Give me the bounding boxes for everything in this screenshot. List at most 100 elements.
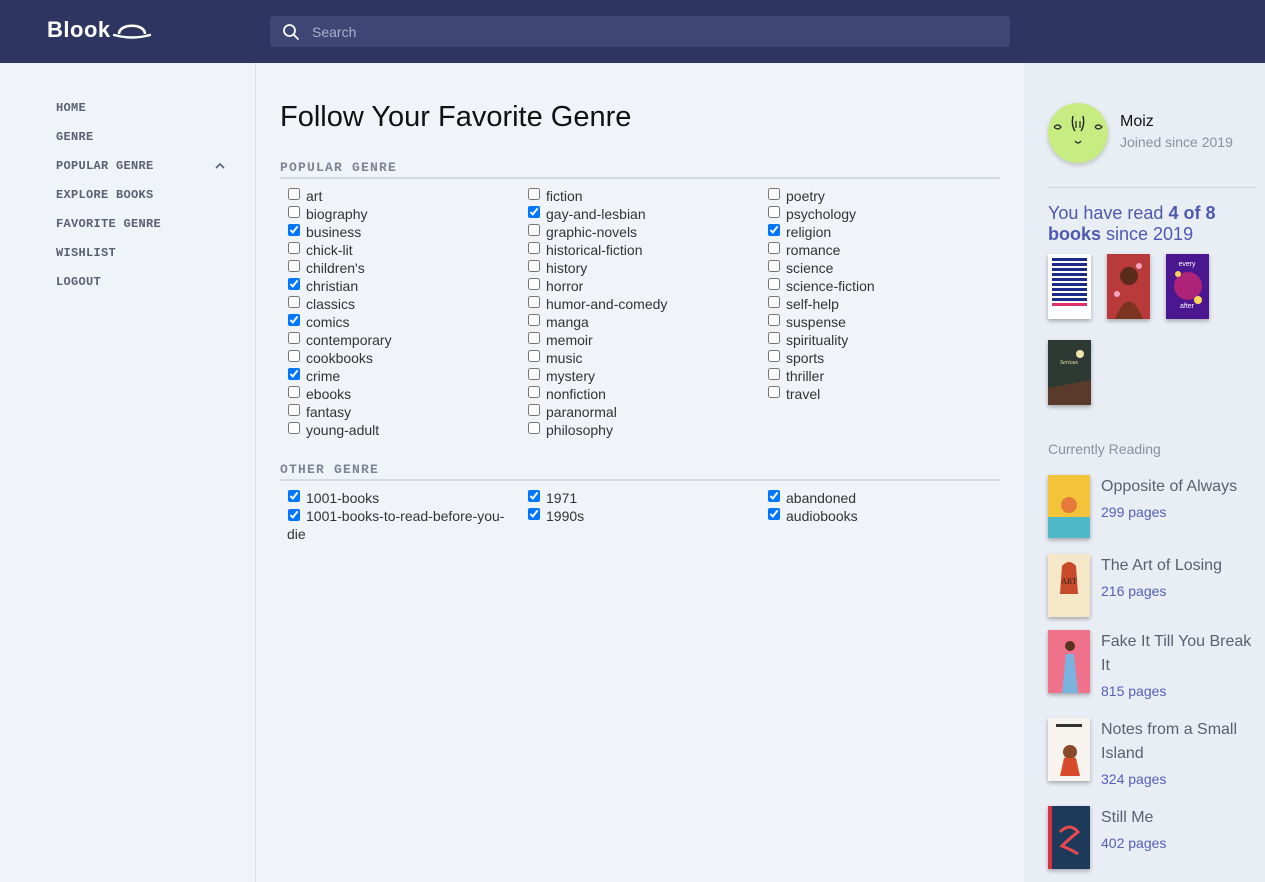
genre-option[interactable]: contemporary bbox=[287, 331, 517, 349]
genre-option[interactable]: business bbox=[287, 223, 517, 241]
genre-option[interactable]: gay-and-lesbian bbox=[527, 205, 757, 223]
genre-checkbox[interactable] bbox=[768, 350, 780, 362]
nav-home[interactable]: HOME bbox=[56, 101, 86, 115]
genre-option[interactable]: fiction bbox=[527, 187, 757, 205]
genre-checkbox[interactable] bbox=[288, 422, 300, 434]
genre-checkbox[interactable] bbox=[288, 490, 300, 502]
nav-wishlist[interactable]: WISHLIST bbox=[56, 246, 116, 260]
genre-checkbox[interactable] bbox=[288, 332, 300, 344]
genre-option[interactable]: poetry bbox=[767, 187, 997, 205]
genre-option[interactable]: historical-fiction bbox=[527, 241, 757, 259]
genre-checkbox[interactable] bbox=[528, 296, 540, 308]
genre-checkbox[interactable] bbox=[768, 188, 780, 200]
nav-logout[interactable]: LOGOUT bbox=[56, 275, 101, 289]
genre-checkbox[interactable] bbox=[288, 296, 300, 308]
genre-checkbox[interactable] bbox=[768, 260, 780, 272]
genre-checkbox[interactable] bbox=[288, 278, 300, 290]
genre-option[interactable]: science-fiction bbox=[767, 277, 997, 295]
read-book-cover[interactable]: Serious bbox=[1048, 340, 1091, 405]
genre-option[interactable]: religion bbox=[767, 223, 997, 241]
genre-option[interactable]: christian bbox=[287, 277, 517, 295]
genre-checkbox[interactable] bbox=[528, 314, 540, 326]
genre-checkbox[interactable] bbox=[528, 242, 540, 254]
genre-checkbox[interactable] bbox=[288, 224, 300, 236]
read-book-cover[interactable] bbox=[1048, 254, 1091, 319]
avatar[interactable] bbox=[1048, 103, 1108, 163]
chevron-up-icon[interactable] bbox=[214, 161, 226, 171]
genre-checkbox[interactable] bbox=[528, 278, 540, 290]
genre-checkbox[interactable] bbox=[528, 350, 540, 362]
logo[interactable]: Blook bbox=[47, 17, 151, 43]
read-book-cover[interactable] bbox=[1107, 254, 1150, 319]
genre-option[interactable]: music bbox=[527, 349, 757, 367]
genre-option[interactable]: nonfiction bbox=[527, 385, 757, 403]
genre-checkbox[interactable] bbox=[768, 490, 780, 502]
genre-checkbox[interactable] bbox=[528, 508, 540, 520]
genre-checkbox[interactable] bbox=[288, 350, 300, 362]
genre-option[interactable]: travel bbox=[767, 385, 997, 403]
genre-option[interactable]: psychology bbox=[767, 205, 997, 223]
genre-option[interactable]: crime bbox=[287, 367, 517, 385]
genre-checkbox[interactable] bbox=[768, 278, 780, 290]
genre-checkbox[interactable] bbox=[768, 242, 780, 254]
genre-checkbox[interactable] bbox=[288, 368, 300, 380]
genre-option[interactable]: spirituality bbox=[767, 331, 997, 349]
genre-option[interactable]: self-help bbox=[767, 295, 997, 313]
genre-checkbox[interactable] bbox=[768, 206, 780, 218]
genre-option[interactable]: manga bbox=[527, 313, 757, 331]
genre-option[interactable]: graphic-novels bbox=[527, 223, 757, 241]
genre-option[interactable]: humor-and-comedy bbox=[527, 295, 757, 313]
genre-checkbox[interactable] bbox=[288, 242, 300, 254]
genre-option[interactable]: history bbox=[527, 259, 757, 277]
genre-option[interactable]: thriller bbox=[767, 367, 997, 385]
genre-checkbox[interactable] bbox=[768, 224, 780, 236]
genre-option[interactable]: sports bbox=[767, 349, 997, 367]
genre-option[interactable]: philosophy bbox=[527, 421, 757, 439]
genre-option[interactable]: mystery bbox=[527, 367, 757, 385]
genre-checkbox[interactable] bbox=[768, 508, 780, 520]
genre-option[interactable]: memoir bbox=[527, 331, 757, 349]
genre-checkbox[interactable] bbox=[528, 490, 540, 502]
genre-option[interactable]: romance bbox=[767, 241, 997, 259]
genre-checkbox[interactable] bbox=[528, 368, 540, 380]
nav-favorite-genre[interactable]: FAVORITE GENRE bbox=[56, 217, 161, 231]
genre-checkbox[interactable] bbox=[288, 188, 300, 200]
genre-option[interactable]: children's bbox=[287, 259, 517, 277]
genre-option[interactable]: young-adult bbox=[287, 421, 517, 439]
genre-option[interactable]: 1971 bbox=[527, 489, 757, 507]
read-book-cover[interactable]: every after bbox=[1166, 254, 1209, 319]
genre-checkbox[interactable] bbox=[528, 224, 540, 236]
genre-option[interactable]: chick-lit bbox=[287, 241, 517, 259]
genre-option[interactable]: 1001-books bbox=[287, 489, 517, 507]
genre-option[interactable]: audiobooks bbox=[767, 507, 997, 543]
nav-genre[interactable]: GENRE bbox=[56, 130, 94, 144]
genre-checkbox[interactable] bbox=[528, 188, 540, 200]
genre-checkbox[interactable] bbox=[288, 386, 300, 398]
genre-option[interactable]: abandoned bbox=[767, 489, 997, 507]
genre-option[interactable]: biography bbox=[287, 205, 517, 223]
nav-explore-books[interactable]: EXPLORE BOOKS bbox=[56, 188, 154, 202]
genre-checkbox[interactable] bbox=[528, 332, 540, 344]
genre-option[interactable]: fantasy bbox=[287, 403, 517, 421]
genre-option[interactable]: classics bbox=[287, 295, 517, 313]
genre-checkbox[interactable] bbox=[288, 314, 300, 326]
genre-option[interactable]: cookbooks bbox=[287, 349, 517, 367]
genre-checkbox[interactable] bbox=[528, 206, 540, 218]
genre-option[interactable]: 1990s bbox=[527, 507, 757, 543]
genre-option[interactable]: suspense bbox=[767, 313, 997, 331]
genre-option[interactable]: art bbox=[287, 187, 517, 205]
genre-checkbox[interactable] bbox=[288, 206, 300, 218]
genre-checkbox[interactable] bbox=[768, 296, 780, 308]
genre-checkbox[interactable] bbox=[768, 386, 780, 398]
nav-popular-genre[interactable]: POPULAR GENRE bbox=[56, 159, 154, 173]
genre-checkbox[interactable] bbox=[288, 260, 300, 272]
search-input[interactable] bbox=[312, 23, 992, 40]
genre-checkbox[interactable] bbox=[288, 404, 300, 416]
genre-checkbox[interactable] bbox=[528, 260, 540, 272]
genre-checkbox[interactable] bbox=[528, 404, 540, 416]
genre-checkbox[interactable] bbox=[528, 422, 540, 434]
genre-checkbox[interactable] bbox=[768, 368, 780, 380]
genre-checkbox[interactable] bbox=[288, 509, 300, 521]
genre-option[interactable]: comics bbox=[287, 313, 517, 331]
genre-checkbox[interactable] bbox=[768, 332, 780, 344]
